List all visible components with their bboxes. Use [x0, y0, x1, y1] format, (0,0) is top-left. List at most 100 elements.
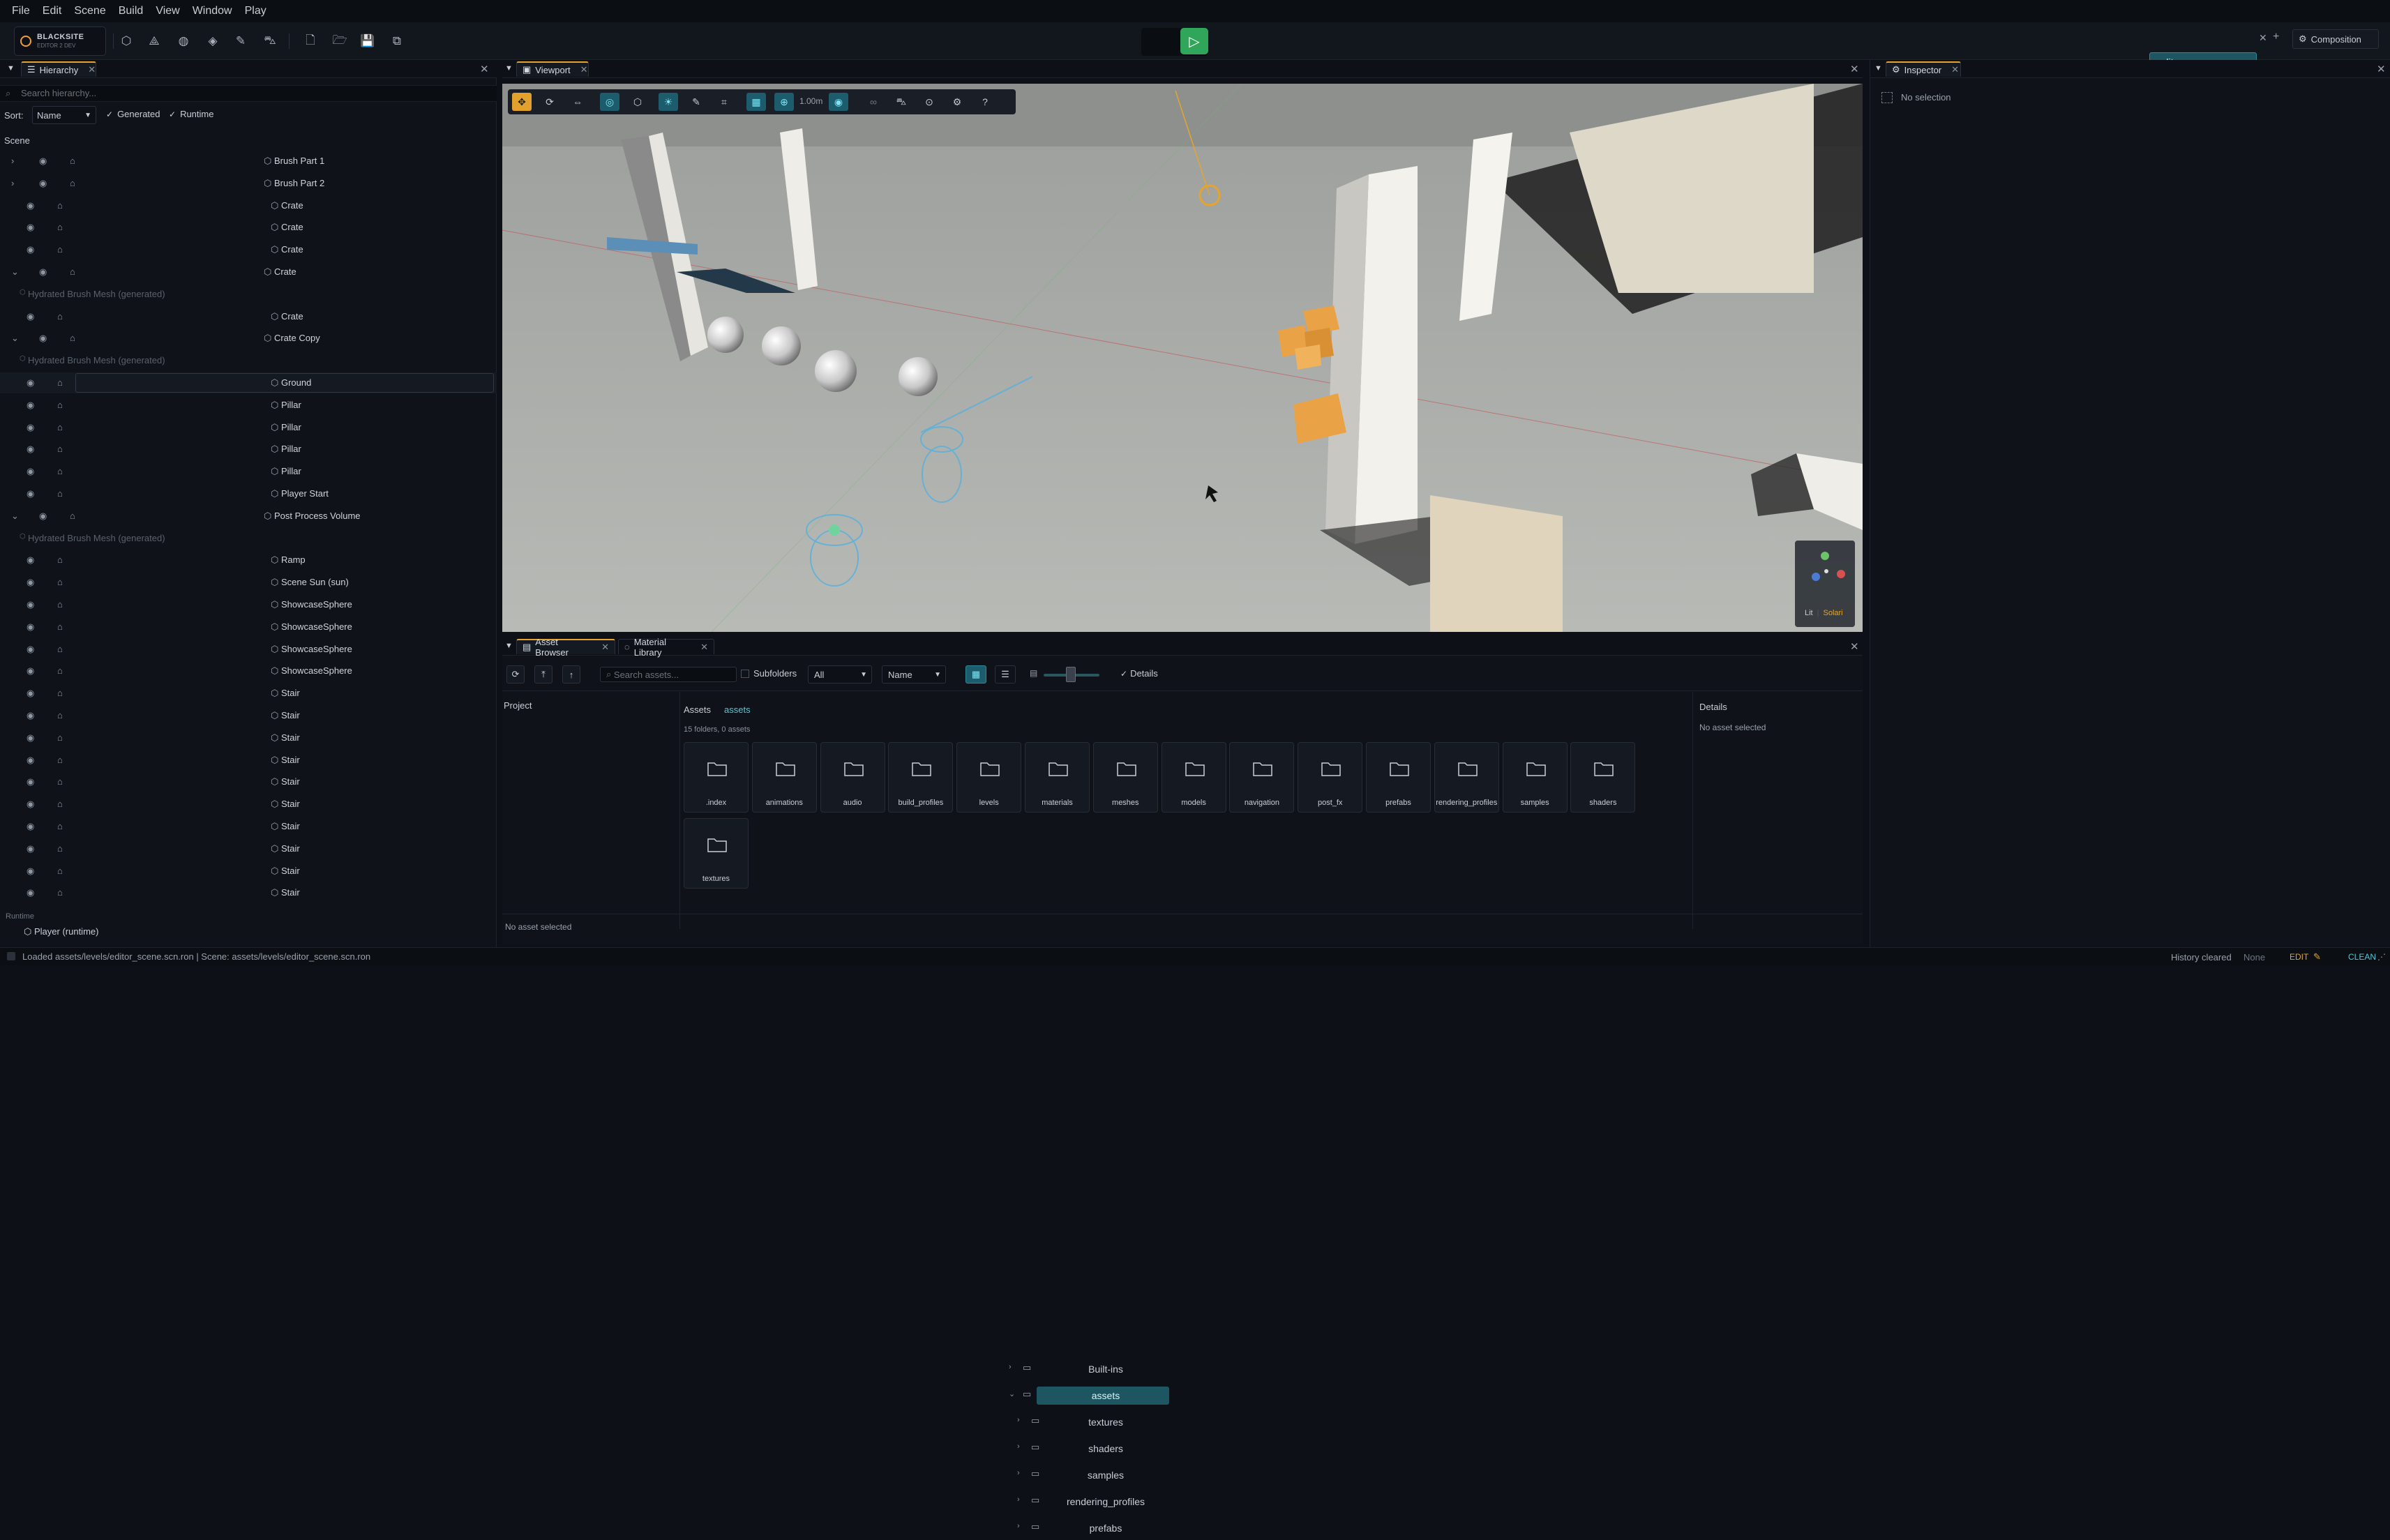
menu-edit[interactable]: Edit: [36, 5, 68, 17]
lock-icon[interactable]: ⌂: [70, 178, 75, 188]
rotate-tool-icon[interactable]: ⟳: [540, 93, 559, 111]
tab-viewport[interactable]: ▣ Viewport ✕: [516, 61, 589, 77]
sort-dropdown[interactable]: Name ▼: [32, 106, 96, 124]
list-view-button[interactable]: ☰: [995, 665, 1016, 684]
eye-icon[interactable]: ◉: [27, 821, 34, 832]
viewport-3d-scene[interactable]: [502, 84, 1863, 632]
runtime-player-item[interactable]: ⬡ Player (runtime): [24, 926, 98, 937]
details-toggle[interactable]: ✓ Details: [1120, 668, 1158, 679]
eye-icon[interactable]: ◉: [27, 621, 34, 633]
asset-sort-dropdown[interactable]: Name ▼: [882, 665, 946, 684]
close-tab-icon[interactable]: ✕: [88, 64, 96, 75]
hierarchy-row[interactable]: ◉ ⌂ ⬡ Crate: [0, 239, 497, 260]
eye-icon[interactable]: ◉: [27, 688, 34, 699]
play-button[interactable]: ▷: [1180, 28, 1208, 54]
hierarchy-row[interactable]: ◉ ⌂ ⬡ Stair: [0, 816, 497, 837]
folder-tile[interactable]: levels: [956, 742, 1022, 813]
eye-icon[interactable]: ◉: [27, 311, 34, 322]
hierarchy-row[interactable]: ⌄ ◉ ⌂ ⬡ Post Process Volume: [0, 506, 497, 527]
composition-button[interactable]: ⚙ Composition: [2292, 29, 2379, 49]
tree-item-textures[interactable]: › ▭ textures: [1005, 1413, 1172, 1434]
eye-icon[interactable]: ◉: [27, 244, 34, 255]
eye-icon[interactable]: ◉: [27, 799, 34, 810]
type-filter-dropdown[interactable]: All ▼: [808, 665, 872, 684]
close-tab-icon[interactable]: ✕: [1951, 64, 1959, 75]
hierarchy-row[interactable]: ◉ ⌂ ⬡ ShowcaseSphere: [0, 617, 497, 637]
folder-tile[interactable]: navigation: [1229, 742, 1295, 813]
eye-icon[interactable]: ◉: [27, 866, 34, 877]
lit-mode-label[interactable]: Lit: [1805, 609, 1813, 617]
tree-item-prefabs[interactable]: › ▭ prefabs: [1005, 1519, 1172, 1540]
folder-tile[interactable]: shaders: [1570, 742, 1636, 813]
import-button[interactable]: ⤒: [534, 665, 553, 684]
tree-item-shaders[interactable]: › ▭ shaders: [1005, 1440, 1172, 1460]
snap-grid-icon[interactable]: ⌗: [714, 93, 734, 111]
tab-asset-browser[interactable]: ▤ Asset Browser ✕: [516, 637, 615, 658]
orientation-gizmo[interactable]: Lit | Solari: [1795, 541, 1855, 627]
lock-icon[interactable]: ⌂: [57, 577, 63, 587]
chevron-right-icon[interactable]: ›: [11, 156, 14, 166]
hierarchy-row[interactable]: ◉ ⌂ ⬡ Stair: [0, 727, 497, 748]
folder-tile[interactable]: textures: [684, 818, 749, 889]
close-panel-icon[interactable]: ✕: [2377, 63, 2386, 75]
snap-toggle-icon[interactable]: ⊕: [774, 93, 794, 111]
hierarchy-row[interactable]: › ◉ ⌂ ⬡ Brush Part 1: [0, 151, 497, 172]
eye-icon[interactable]: ◉: [27, 665, 34, 677]
hierarchy-search-input[interactable]: ⌕ Search hierarchy...: [0, 85, 497, 102]
lock-icon[interactable]: ⌂: [57, 377, 63, 388]
lock-icon[interactable]: ⌂: [57, 821, 63, 831]
add-light-icon[interactable]: ◍: [173, 31, 194, 52]
hierarchy-row[interactable]: ◉ ⌂ ⬡ Pillar: [0, 417, 497, 438]
hierarchy-row[interactable]: ◉ ⌂ ⬡ Ramp: [0, 550, 497, 571]
open-folder-icon[interactable]: 🗁: [329, 31, 350, 52]
lock-icon[interactable]: ⌂: [57, 776, 63, 787]
eye-icon[interactable]: ◉: [27, 710, 34, 721]
tab-inspector[interactable]: ⚙ Inspector ✕: [1886, 61, 1961, 77]
vehicle-icon[interactable]: ⛍: [260, 31, 280, 52]
eye-icon[interactable]: ◉: [27, 466, 34, 477]
lock-icon[interactable]: ⌂: [57, 599, 63, 610]
collapse-icon[interactable]: ▼: [1874, 64, 1882, 73]
menu-scene[interactable]: Scene: [68, 5, 112, 17]
eye-icon[interactable]: ◉: [27, 776, 34, 787]
asset-search-input[interactable]: ⌕ Search assets...: [600, 667, 737, 682]
grid-toggle-icon[interactable]: ▦: [746, 93, 766, 111]
hierarchy-row[interactable]: ◉ ⌂ ⬡ Pillar: [0, 461, 497, 482]
lock-icon[interactable]: ⌂: [70, 511, 75, 521]
menu-build[interactable]: Build: [112, 5, 150, 17]
folder-tile[interactable]: materials: [1025, 742, 1090, 813]
hierarchy-row[interactable]: ◉ ⌂ ⬡ Stair: [0, 705, 497, 726]
help-icon[interactable]: ?: [975, 93, 995, 111]
lock-icon[interactable]: ⌂: [57, 665, 63, 676]
lock-icon[interactable]: ⌂: [57, 755, 63, 765]
close-tab-icon[interactable]: ✕: [700, 642, 708, 653]
hierarchy-row[interactable]: ◉ ⌂ ⬡ Stair: [0, 750, 497, 771]
generated-toggle[interactable]: ✓ Generated: [106, 109, 160, 119]
eye-icon[interactable]: ◉: [27, 732, 34, 743]
lock-icon[interactable]: ⌂: [57, 244, 63, 255]
hierarchy-row[interactable]: ◉ ⌂ ⬡ ShowcaseSphere: [0, 639, 497, 660]
lock-icon[interactable]: ⌂: [57, 200, 63, 211]
lock-icon[interactable]: ⌂: [57, 400, 63, 410]
hierarchy-row[interactable]: Hydrated Brush Mesh (generated) ⬡: [0, 528, 497, 549]
close-tab-icon[interactable]: ✕: [580, 64, 588, 75]
eye-icon[interactable]: ◉: [27, 644, 34, 655]
lock-icon[interactable]: ⌂: [70, 333, 75, 343]
lock-icon[interactable]: ⌂: [57, 710, 63, 720]
hierarchy-row[interactable]: ◉ ⌂ ⬡ Scene Sun (sun): [0, 572, 497, 593]
hierarchy-row[interactable]: ◉ ⌂ ⬡ Crate: [0, 217, 497, 238]
slider-handle[interactable]: [1066, 667, 1076, 682]
tree-item-samples[interactable]: › ▭ samples: [1005, 1466, 1172, 1487]
folder-tile[interactable]: audio: [820, 742, 885, 813]
add-scene-icon[interactable]: +: [2273, 31, 2279, 43]
lock-icon[interactable]: ⌂: [57, 311, 63, 322]
chevron-down-icon[interactable]: ⌄: [11, 511, 19, 522]
lock-icon[interactable]: ⌂: [57, 444, 63, 454]
new-file-icon[interactable]: 🗋: [300, 31, 321, 52]
refresh-button[interactable]: ⟳: [506, 665, 525, 684]
folder-tile[interactable]: models: [1161, 742, 1226, 813]
hierarchy-row[interactable]: ◉ ⌂ ⬡ Player Start: [0, 483, 497, 504]
world-space-icon[interactable]: ◎: [600, 93, 619, 111]
link-icon[interactable]: ∞: [864, 93, 883, 111]
up-button[interactable]: ↑: [562, 665, 580, 684]
